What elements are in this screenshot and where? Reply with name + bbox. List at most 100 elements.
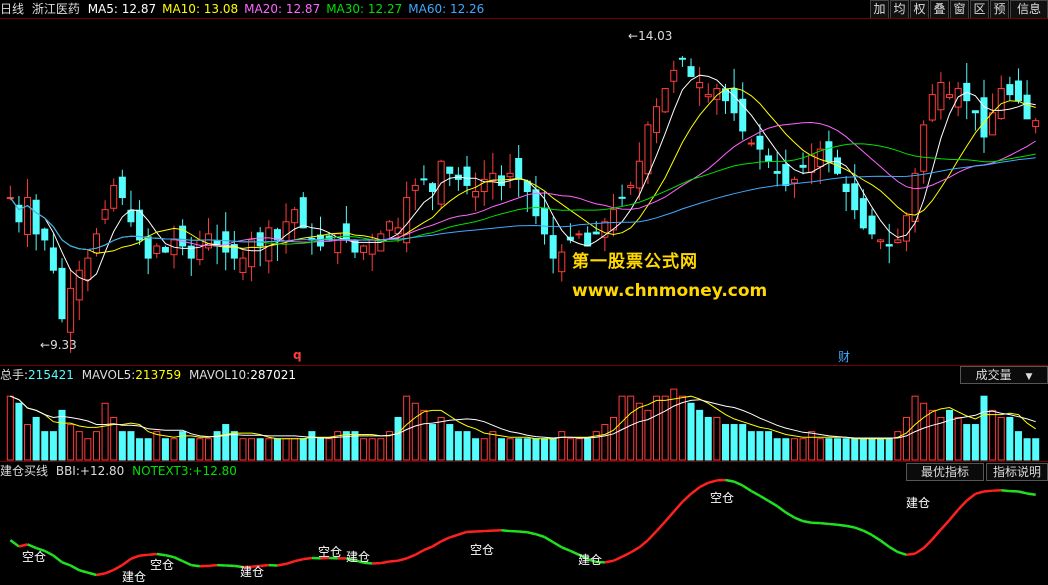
volume-bar	[533, 439, 539, 460]
bbi-segment	[122, 559, 131, 565]
candle-body	[68, 288, 74, 332]
low-price-label: ←9.33	[40, 338, 77, 352]
bbi-segment	[183, 561, 192, 565]
volume-bar	[1007, 417, 1013, 460]
bbi-segment	[433, 541, 442, 546]
bbi-segment	[691, 487, 700, 494]
volume-bar	[481, 439, 487, 460]
bbi-segment	[1018, 491, 1027, 493]
volume-bar	[430, 425, 436, 460]
bbi-segment	[381, 562, 390, 564]
bbi-segment	[898, 552, 907, 555]
volume-bar	[171, 439, 177, 460]
candle-body	[137, 210, 143, 240]
volume-bar	[912, 396, 918, 460]
candle-body	[447, 167, 453, 173]
candle-body	[619, 197, 625, 198]
bbi-segment	[665, 512, 674, 522]
volume-bar	[274, 439, 280, 460]
candle-body	[145, 237, 151, 258]
volume-bar	[981, 396, 987, 460]
volume-bar	[85, 439, 91, 460]
candle-body	[938, 83, 944, 110]
candle-body	[266, 228, 272, 261]
volume-bar	[886, 439, 892, 460]
bbi-segment	[191, 565, 200, 566]
bbi-segment	[415, 550, 424, 555]
empty-position-tag: 空仓	[318, 543, 342, 560]
bbi-segment	[872, 535, 881, 541]
bbi-segment	[545, 537, 554, 542]
candle-body	[395, 228, 401, 234]
candle-body	[50, 248, 56, 270]
candle-body	[852, 184, 858, 210]
candle-body	[921, 125, 927, 171]
build-position-tag: 建仓	[578, 551, 602, 568]
volume-bar	[197, 439, 203, 460]
bbi-segment	[286, 561, 295, 564]
bbi-segment	[622, 552, 631, 556]
candle-body	[292, 210, 298, 223]
high-arrow-icon: ←	[628, 29, 638, 43]
bbi-segment	[389, 561, 398, 562]
build-position-tag: 建仓	[346, 548, 370, 565]
bbi-segment	[536, 534, 545, 537]
bbi-segment	[1001, 490, 1010, 491]
volume-bar	[231, 432, 237, 460]
candle-body	[102, 210, 108, 220]
volume-bar	[309, 432, 315, 460]
candle-body	[1033, 121, 1039, 127]
candle-body	[498, 176, 504, 186]
candle-body	[421, 179, 427, 180]
kline-chart-window: { "header": { "period": "日线", "stock": "…	[0, 0, 1048, 584]
watermark-url: www.chnmoney.com	[572, 281, 767, 301]
volume-bar	[576, 439, 582, 460]
volume-bar	[654, 396, 660, 460]
ma10-line	[10, 88, 1035, 253]
bbi-segment	[760, 496, 769, 501]
volume-bar	[266, 439, 272, 460]
candle-body	[671, 70, 677, 81]
marker-q[interactable]: q	[293, 348, 302, 362]
volume-bar	[25, 425, 31, 460]
volume-bar	[662, 396, 668, 460]
volume-bar	[688, 403, 694, 460]
candle-body	[843, 184, 849, 191]
bbi-segment	[725, 480, 734, 482]
volume-bar	[748, 432, 754, 460]
candle-body	[464, 167, 470, 185]
candle-body	[111, 185, 117, 208]
candle-body	[688, 67, 694, 77]
bbi-segment	[682, 494, 691, 502]
candle-body	[223, 232, 229, 252]
volume-bar	[628, 396, 634, 460]
candle-body	[249, 240, 255, 267]
volume-bar	[7, 396, 13, 460]
candle-body	[16, 205, 22, 221]
chart-canvas[interactable]	[0, 0, 1048, 584]
volume-bar	[740, 425, 746, 460]
volume-bar	[292, 439, 298, 460]
bbi-segment	[967, 494, 976, 501]
volume-bar	[585, 439, 591, 460]
bbi-segment	[53, 555, 62, 562]
bbi-segment	[855, 528, 864, 531]
bbi-segment	[915, 548, 924, 554]
candle-body	[343, 224, 349, 240]
bbi-segment	[148, 554, 157, 555]
candle-body	[585, 233, 591, 246]
bbi-segment	[786, 512, 795, 517]
marker-cai[interactable]: 财	[838, 348, 850, 365]
candle-body	[903, 216, 909, 241]
ma60-line	[10, 158, 1035, 250]
volume-bar	[697, 410, 703, 460]
bbi-segment	[958, 501, 967, 510]
candle-body	[42, 229, 48, 240]
volume-bar	[542, 439, 548, 460]
bbi-segment	[45, 551, 54, 556]
volume-bar	[162, 439, 168, 460]
volume-bar	[498, 439, 504, 460]
volume-bar	[903, 417, 909, 460]
candle-body	[929, 95, 935, 120]
candle-body	[800, 165, 806, 167]
